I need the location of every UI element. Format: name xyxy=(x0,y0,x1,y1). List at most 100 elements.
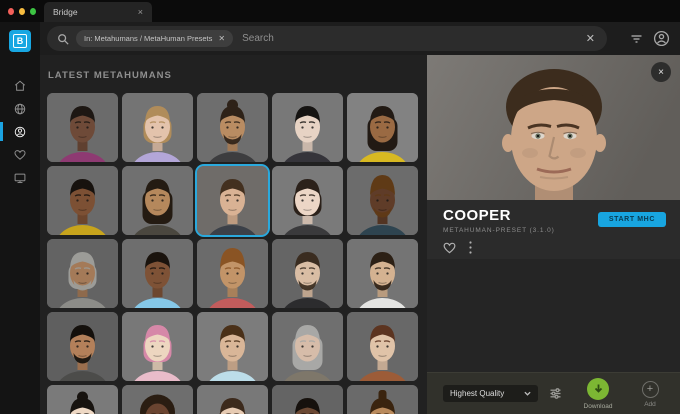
zoom-window-button[interactable] xyxy=(30,8,36,15)
metahuman-thumbnail xyxy=(122,312,193,381)
bridge-logo[interactable]: B xyxy=(9,30,31,52)
metahuman-tile-24[interactable] xyxy=(347,385,418,414)
start-mhc-button[interactable]: START MHC xyxy=(598,212,666,227)
metahuman-thumbnail xyxy=(347,385,418,414)
search-input[interactable]: In: Metahumans / MetaHuman Presets ✕ Sea… xyxy=(47,26,607,51)
more-options-button[interactable] xyxy=(469,241,472,259)
metahuman-thumbnail xyxy=(122,239,193,308)
metahuman-tile-3[interactable] xyxy=(272,93,343,162)
search-icon xyxy=(57,33,69,45)
metahuman-tile-5[interactable] xyxy=(47,166,118,235)
metahuman-tile-13[interactable] xyxy=(272,239,343,308)
search-filter-chip[interactable]: In: Metahumans / MetaHuman Presets ✕ xyxy=(76,30,233,47)
metahuman-thumbnail xyxy=(47,93,118,162)
metahuman-tile-6[interactable] xyxy=(122,166,193,235)
sidebar-item-home[interactable] xyxy=(0,74,40,97)
search-header: In: Metahumans / MetaHuman Presets ✕ Sea… xyxy=(40,22,680,55)
add-label: Add xyxy=(644,401,656,408)
panel-footer: Highest Quality xyxy=(427,372,680,414)
chip-close-icon[interactable]: ✕ xyxy=(218,34,225,43)
metahuman-tile-21[interactable] xyxy=(122,385,193,414)
person-icon xyxy=(13,125,27,139)
metahuman-thumbnail xyxy=(197,385,268,414)
metahuman-tile-10[interactable] xyxy=(47,239,118,308)
chevron-down-icon xyxy=(524,390,531,397)
metahuman-tile-1[interactable] xyxy=(122,93,193,162)
metahuman-thumbnail xyxy=(347,93,418,162)
user-account-icon xyxy=(653,30,670,47)
metahuman-tile-2[interactable] xyxy=(197,93,268,162)
metahuman-thumbnail xyxy=(347,312,418,381)
metahuman-tile-17[interactable] xyxy=(197,312,268,381)
sidebar-item-favorites[interactable] xyxy=(0,143,40,166)
asset-title: COOPER xyxy=(443,207,598,224)
download-label: Download xyxy=(584,403,613,410)
panel-body xyxy=(427,259,680,372)
metahuman-thumbnail xyxy=(122,385,193,414)
metahuman-tile-0[interactable] xyxy=(47,93,118,162)
logo-letter: B xyxy=(13,34,28,48)
download-circle xyxy=(587,378,609,400)
globe-icon xyxy=(13,102,27,116)
quality-dropdown[interactable]: Highest Quality xyxy=(443,385,538,402)
metahuman-tile-4[interactable] xyxy=(347,93,418,162)
metahuman-thumbnail xyxy=(347,166,418,235)
filter-icon xyxy=(630,32,643,45)
asset-preview: × xyxy=(427,55,680,200)
section-heading: LATEST METAHUMANS xyxy=(48,70,427,81)
metahuman-thumbnail xyxy=(347,239,418,308)
filter-chip-label: In: Metahumans / MetaHuman Presets xyxy=(84,34,212,43)
metahuman-tile-18[interactable] xyxy=(272,312,343,381)
sidebar-item-local[interactable] xyxy=(0,166,40,189)
account-button[interactable] xyxy=(653,30,670,47)
download-button[interactable]: Download xyxy=(575,378,621,410)
metahuman-thumbnail xyxy=(197,166,268,235)
minimize-window-button[interactable] xyxy=(19,8,25,15)
tab-close-icon[interactable]: × xyxy=(138,8,143,17)
search-clear-icon[interactable]: ✕ xyxy=(584,32,597,45)
metahuman-tile-16[interactable] xyxy=(122,312,193,381)
metahuman-tile-8[interactable] xyxy=(272,166,343,235)
bridge-app-window: Bridge × B In: Metahumans / MetaHuman Pr… xyxy=(0,0,680,414)
metahuman-tile-22[interactable] xyxy=(197,385,268,414)
panel-close-button[interactable]: × xyxy=(651,62,671,82)
metahuman-thumbnail xyxy=(197,93,268,162)
asset-portrait xyxy=(427,55,680,200)
metahuman-thumbnail xyxy=(272,312,343,381)
sliders-icon xyxy=(549,387,562,400)
filter-button[interactable] xyxy=(630,32,643,45)
sidebar-item-metahumans[interactable] xyxy=(0,120,40,143)
heart-icon xyxy=(443,242,456,254)
metahuman-tile-20[interactable] xyxy=(47,385,118,414)
metahuman-tile-11[interactable] xyxy=(122,239,193,308)
metahuman-thumbnail xyxy=(272,166,343,235)
close-window-button[interactable] xyxy=(8,8,14,15)
metahuman-tile-15[interactable] xyxy=(47,312,118,381)
metahuman-tile-9[interactable] xyxy=(347,166,418,235)
sidebar-item-browse[interactable] xyxy=(0,97,40,120)
download-arrow-icon xyxy=(593,383,604,394)
sidebar-nav xyxy=(0,74,40,189)
metahuman-thumbnail xyxy=(272,93,343,162)
metahuman-thumbnail xyxy=(197,312,268,381)
metahuman-thumbnail xyxy=(272,239,343,308)
metahuman-tile-23[interactable] xyxy=(272,385,343,414)
download-settings-button[interactable] xyxy=(549,387,562,400)
asset-subtitle: METAHUMAN-PRESET (3.1.0) xyxy=(443,227,598,234)
metahuman-thumbnail xyxy=(122,93,193,162)
favorite-button[interactable] xyxy=(443,241,456,259)
content-grid-area: LATEST METAHUMANS xyxy=(40,55,427,414)
metahuman-tile-12[interactable] xyxy=(197,239,268,308)
home-icon xyxy=(13,79,27,93)
monitor-icon xyxy=(13,171,27,185)
heart-icon xyxy=(13,148,27,162)
tab-bridge[interactable]: Bridge × xyxy=(44,2,152,22)
plus-icon: + xyxy=(642,381,659,398)
metahuman-tile-19[interactable] xyxy=(347,312,418,381)
metahuman-tile-14[interactable] xyxy=(347,239,418,308)
metahuman-tile-7-selected[interactable] xyxy=(197,166,268,235)
add-button[interactable]: + Add xyxy=(633,379,667,408)
tab-label: Bridge xyxy=(53,7,78,17)
window-tab-bar: Bridge × xyxy=(0,0,680,22)
sidebar: B xyxy=(0,22,40,414)
